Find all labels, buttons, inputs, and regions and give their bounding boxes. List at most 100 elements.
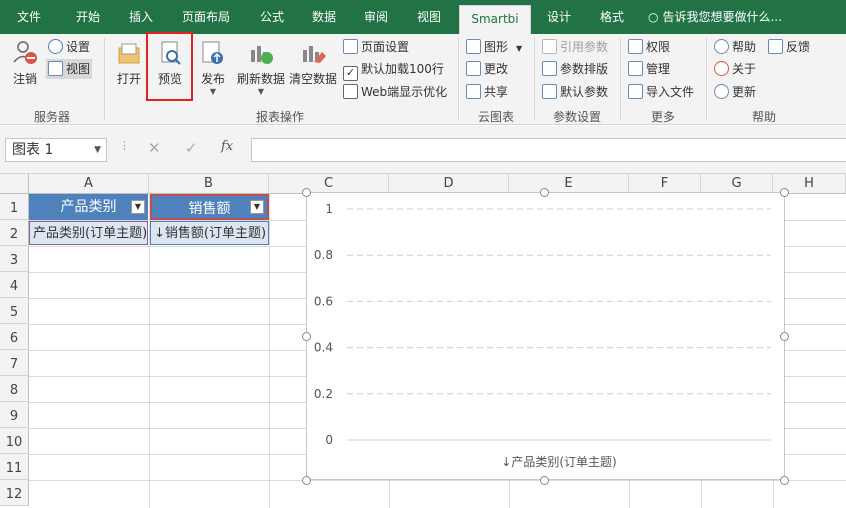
ref-params-button[interactable]: 引用参数	[542, 37, 608, 57]
gridline	[269, 194, 270, 508]
share-icon	[466, 84, 481, 99]
column-header-a[interactable]: A	[29, 174, 149, 194]
y-tick-label: 0.8	[314, 248, 333, 262]
checkbox-unchecked-icon	[343, 84, 358, 99]
column-header-e[interactable]: E	[509, 174, 629, 194]
param-layout-button[interactable]: 参数排版	[542, 59, 608, 79]
column-header-d[interactable]: D	[389, 174, 509, 194]
tab-review[interactable]: 审阅	[350, 0, 402, 34]
about-button[interactable]: 关于	[714, 59, 756, 79]
permissions-icon	[628, 39, 643, 54]
tab-page-layout[interactable]: 页面布局	[166, 0, 246, 34]
default-params-button[interactable]: 默认参数	[542, 82, 608, 102]
cell-b1-header[interactable]: 销售额 ▼	[150, 194, 269, 220]
chart-type-label: 图形	[484, 40, 509, 54]
column-header-b[interactable]: B	[149, 174, 269, 194]
group-label-cloud-chart: 云图表	[477, 110, 514, 124]
row-header-6[interactable]: 6	[0, 324, 29, 350]
insert-function-button[interactable]: fx	[221, 139, 233, 154]
feedback-label: 反馈	[786, 40, 811, 54]
tab-design[interactable]: 设计	[533, 0, 585, 34]
logout-button[interactable]: 注销	[8, 38, 42, 87]
row-header-12[interactable]: 12	[0, 480, 29, 506]
bar-chart-icon	[466, 39, 481, 54]
tab-insert[interactable]: 插入	[116, 0, 166, 34]
view-button[interactable]: 视图	[46, 59, 93, 79]
permissions-button[interactable]: 权限	[628, 37, 670, 57]
tab-smartbi[interactable]: Smartbi	[459, 5, 531, 34]
import-file-button[interactable]: 导入文件	[628, 82, 694, 102]
chart-type-button[interactable]: 图形 ▼	[466, 37, 522, 57]
row-header-11[interactable]: 11	[0, 454, 29, 480]
row-header-8[interactable]: 8	[0, 376, 29, 402]
row-header-1[interactable]: 1	[0, 194, 29, 220]
cancel-icon[interactable]: ✕	[148, 139, 161, 157]
group-label-server: 服务器	[33, 110, 70, 124]
update-button[interactable]: 更新	[714, 82, 756, 102]
open-button[interactable]: 打开	[114, 38, 144, 87]
cell-a1-header[interactable]: 产品类别 ▼	[29, 194, 148, 220]
lightbulb-icon: ○	[648, 10, 659, 24]
row-header-5[interactable]: 5	[0, 298, 29, 324]
row-header-10[interactable]: 10	[0, 428, 29, 454]
refresh-label: 刷新数据	[236, 72, 285, 86]
tab-file[interactable]: 文件	[0, 0, 58, 34]
resize-handle[interactable]	[780, 476, 789, 485]
page-setup-button[interactable]: 页面设置	[343, 37, 409, 57]
resize-handle[interactable]	[302, 188, 311, 197]
column-header-c[interactable]: C	[269, 174, 389, 194]
group-label-report-ops: 报表操作	[255, 110, 304, 124]
chart-object[interactable]: 0 0.2 0.4 0.6 0.8 1 ↓产品类别(订单主题)	[306, 192, 785, 480]
default-load-checkbox[interactable]: ✓ 默认加载100行	[343, 59, 444, 81]
tab-formulas[interactable]: 公式	[246, 0, 298, 34]
tell-me-search[interactable]: ○ 告诉我您想要做什么...	[648, 0, 798, 34]
web-optimize-checkbox[interactable]: Web端显示优化	[343, 82, 447, 102]
publish-button[interactable]: 发布 ▼	[196, 38, 230, 97]
open-label: 打开	[116, 72, 141, 86]
settings-button[interactable]: 设置	[48, 37, 90, 57]
row-header-9[interactable]: 9	[0, 402, 29, 428]
row-header-3[interactable]: 3	[0, 246, 29, 272]
resize-handle[interactable]	[302, 332, 311, 341]
checkbox-checked-icon: ✓	[343, 66, 358, 81]
y-tick-label: 0	[325, 433, 333, 447]
clear-data-button[interactable]: 清空数据	[288, 38, 338, 87]
resize-handle[interactable]	[780, 188, 789, 197]
formula-input[interactable]	[251, 138, 846, 162]
cell-a2-field[interactable]: 产品类别(订单主题)	[29, 221, 148, 245]
update-label: 更新	[732, 85, 757, 99]
row-header-2[interactable]: 2	[0, 220, 29, 246]
refresh-data-button[interactable]: 刷新数据 ▼	[236, 38, 286, 97]
help-button[interactable]: 帮助	[714, 37, 756, 57]
feedback-button[interactable]: 反馈	[768, 37, 810, 57]
resize-handle[interactable]	[540, 476, 549, 485]
filter-dropdown-icon[interactable]: ▼	[131, 200, 145, 214]
default-load-label: 默认加载100行	[361, 62, 444, 76]
select-all-corner[interactable]	[0, 174, 29, 194]
confirm-icon[interactable]: ✓	[185, 139, 198, 157]
manage-button[interactable]: 管理	[628, 59, 670, 79]
cell-b2-field[interactable]: ↓销售额(订单主题)	[150, 221, 269, 245]
share-chart-button[interactable]: 共享	[466, 82, 508, 102]
page-setup-icon	[343, 39, 358, 54]
tab-data[interactable]: 数据	[298, 0, 350, 34]
group-label-params: 参数设置	[552, 110, 601, 124]
chevron-down-icon: ▼	[516, 44, 523, 53]
row-header-7[interactable]: 7	[0, 350, 29, 376]
resize-handle[interactable]	[540, 188, 549, 197]
tab-format[interactable]: 格式	[585, 0, 639, 34]
filter-dropdown-icon[interactable]: ▼	[250, 200, 264, 214]
tab-view[interactable]: 视图	[402, 0, 456, 34]
resize-handle[interactable]	[302, 476, 311, 485]
drag-handle-icon[interactable]: ⋮	[119, 139, 130, 152]
row-header-4[interactable]: 4	[0, 272, 29, 298]
tab-home[interactable]: 开始	[60, 0, 116, 34]
column-header-g[interactable]: G	[701, 174, 773, 194]
modify-chart-button[interactable]: 更改	[466, 59, 508, 79]
column-header-f[interactable]: F	[629, 174, 701, 194]
cell-a1-text: 产品类别	[60, 199, 117, 215]
y-tick-label: 0.2	[314, 387, 333, 401]
name-box[interactable]: 图表 1 ▼	[5, 138, 107, 162]
resize-handle[interactable]	[780, 332, 789, 341]
modify-chart-label: 更改	[484, 62, 509, 76]
